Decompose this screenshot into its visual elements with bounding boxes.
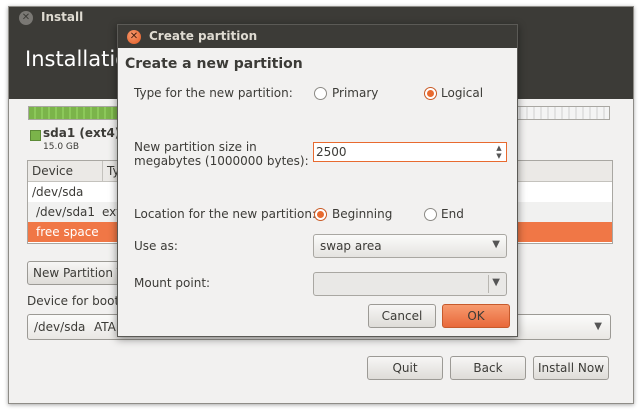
location-label: Location for the new partition: (134, 207, 316, 221)
chevron-down-icon: ▼ (492, 239, 500, 250)
radio-end[interactable] (424, 208, 437, 221)
radio-logical-label[interactable]: Logical (441, 86, 483, 100)
cancel-button[interactable]: Cancel (368, 304, 436, 328)
radio-primary-label[interactable]: Primary (332, 86, 378, 100)
radio-primary[interactable] (314, 87, 327, 100)
partition-size-value: 2500 (316, 145, 347, 159)
radio-beginning[interactable] (314, 208, 327, 221)
create-partition-dialog: ✕ Create partition Create a new partitio… (117, 24, 518, 337)
ok-button[interactable]: OK (442, 304, 510, 328)
boot-device-desc: ATA (94, 320, 116, 334)
radio-logical[interactable] (424, 87, 437, 100)
partition-size-input[interactable]: 2500 ▲ ▼ (313, 142, 507, 162)
legend-label: sda1 (ext4) (43, 126, 121, 140)
legend-swatch (30, 130, 41, 141)
chevron-down-icon: ▼ (594, 321, 602, 332)
dialog-title: Create partition (149, 29, 258, 43)
install-now-button[interactable]: Install Now (533, 356, 609, 380)
size-label-line1: New partition size in (134, 140, 257, 154)
use-as-label: Use as: (134, 239, 178, 253)
use-as-value: swap area (320, 239, 382, 253)
device-cell: free space (36, 225, 99, 239)
chevron-down-icon[interactable]: ▼ (492, 277, 500, 288)
dialog-titlebar: ✕ Create partition (118, 25, 517, 48)
mount-point-label: Mount point: (134, 276, 211, 290)
quit-button[interactable]: Quit (367, 356, 443, 380)
device-cell: /dev/sda (32, 185, 84, 199)
radio-end-label[interactable]: End (441, 207, 464, 221)
close-icon[interactable]: ✕ (19, 11, 33, 25)
radio-beginning-label[interactable]: Beginning (332, 207, 392, 221)
size-label-line2: megabytes (1000000 bytes): (134, 154, 309, 168)
dialog-heading: Create a new partition (125, 56, 303, 72)
mount-point-combo[interactable]: ▼ (313, 272, 507, 296)
use-as-select[interactable]: swap area ▼ (313, 234, 507, 258)
back-button[interactable]: Back (450, 356, 526, 380)
column-header-device[interactable]: Device (28, 161, 102, 182)
spin-arrows-icon[interactable]: ▲ ▼ (492, 144, 506, 160)
combo-divider (488, 275, 489, 293)
window-title: Install (41, 10, 84, 24)
boot-device: /dev/sda (34, 320, 86, 334)
device-cell: /dev/sda1 (36, 205, 96, 219)
legend-size: 15.0 GB (43, 142, 80, 152)
close-icon[interactable]: ✕ (127, 30, 141, 44)
partition-bar-used (29, 107, 129, 119)
type-label: Type for the new partition: (134, 86, 293, 100)
